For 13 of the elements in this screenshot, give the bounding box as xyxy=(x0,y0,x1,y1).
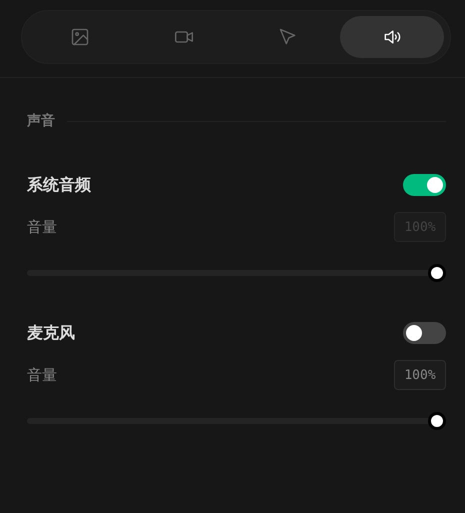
volume-slider[interactable] xyxy=(27,264,446,282)
toggle-switch[interactable] xyxy=(403,322,446,344)
image-icon xyxy=(70,27,90,47)
source-name: 麦克风 xyxy=(27,322,75,344)
volume-slider[interactable] xyxy=(27,412,446,430)
volume-label: 音量 xyxy=(27,218,57,236)
cursor-icon xyxy=(278,27,298,47)
tab[interactable] xyxy=(340,16,444,58)
volume-input[interactable]: 100% xyxy=(394,360,446,390)
slider-thumb[interactable] xyxy=(428,412,446,430)
source-name: 系统音频 xyxy=(27,174,91,196)
section-title: 声音 xyxy=(27,112,55,130)
volume-label: 音量 xyxy=(27,366,57,384)
